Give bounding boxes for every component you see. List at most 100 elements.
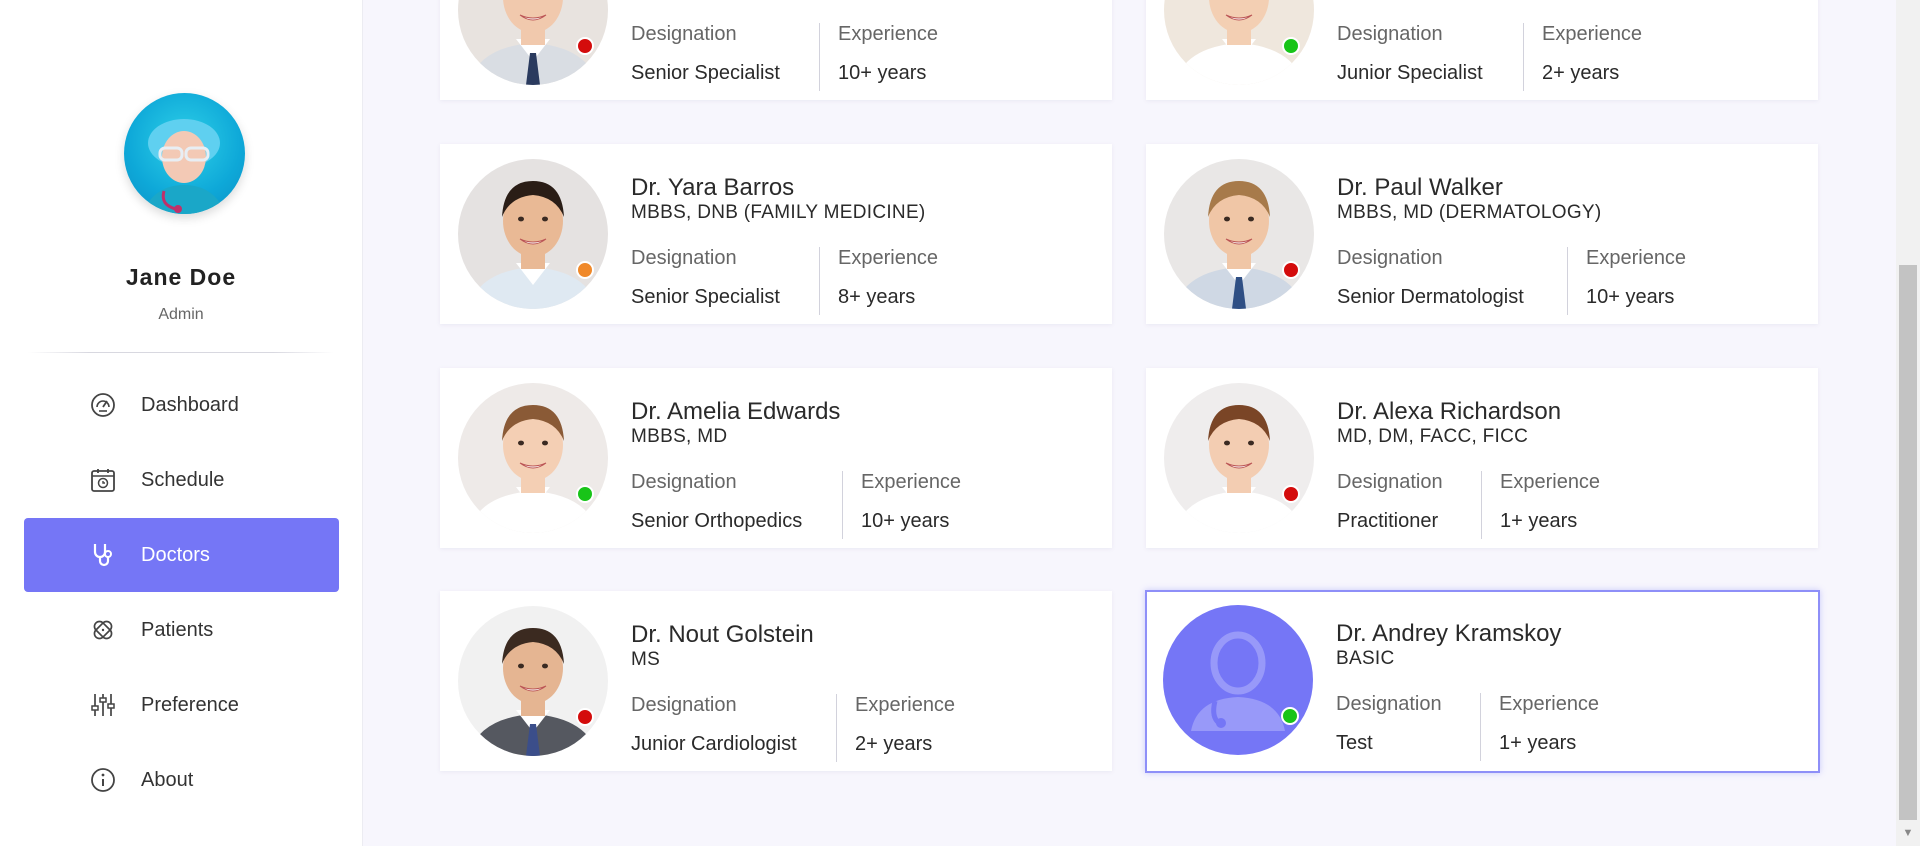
sidebar-item-label: About [141,768,194,791]
experience-column: Experience 10+ years [820,23,938,91]
sidebar-item-label: Preference [141,693,239,716]
doctor-name: Dr. Yara Barros [631,174,795,201]
doctor-card[interactable]: Dr. Andrey Kramskoy BASIC Designation Tes… [1145,590,1820,773]
designation-label: Designation [1336,693,1442,715]
sidebar-item-about[interactable]: About [24,743,339,817]
sidebar: Jane Doe Admin Dashboard Schedule Doctor… [0,0,363,846]
doctor-name: Dr. Nout Golstein [631,621,814,648]
doctor-avatar [1164,159,1314,309]
sidebar-item-patients[interactable]: Patients [24,593,339,667]
experience-column: Experience 10+ years [843,471,961,539]
designation-column: Designation Junior Specialist [1337,23,1524,91]
doctor-qualification: BASIC [1336,648,1395,669]
scrollbar-thumb[interactable] [1899,265,1917,820]
designation-label: Designation [631,471,737,493]
doctor-info: Designation Test Experience 1+ years [1336,693,1599,761]
profile-avatar[interactable] [124,93,245,214]
status-indicator [576,37,594,55]
divider [28,352,334,353]
experience-value: 2+ years [855,733,933,755]
calendar-clock-icon [90,467,116,493]
doctor-name: Dr. Amelia Edwards [631,398,841,425]
experience-column: Experience 2+ years [1524,23,1642,91]
sidebar-item-doctors[interactable]: Doctors [24,518,339,592]
profile-role: Admin [158,306,204,323]
doctor-avatar [1163,605,1313,755]
experience-label: Experience [838,23,939,45]
doctor-card[interactable]: Dr. Alexa Richardson MD, DM, FACC, FICC D… [1146,368,1818,548]
status-indicator [1282,37,1300,55]
doctor-avatar [458,606,608,756]
info-icon [90,767,116,793]
sidebar-item-dashboard[interactable]: Dashboard [24,368,339,442]
doctor-name: Dr. Andrey Kramskoy [1336,620,1562,647]
doctor-qualification: MS [631,649,661,670]
doctor-avatar [458,383,608,533]
experience-value: 8+ years [838,286,916,308]
experience-value: 1+ years [1499,732,1577,754]
sidebar-item-label: Doctors [141,543,210,566]
doctor-info: Designation Junior Specialist Experience… [1337,23,1642,91]
doctor-qualification: MBBS, DNB (FAMILY MEDICINE) [631,202,926,223]
designation-value: Senior Specialist [631,286,780,308]
doctor-info: Designation Senior Dermatologist Experie… [1337,247,1686,315]
doctor-qualification: MD, DM, FACC, FICC [1337,426,1529,447]
bandage-icon [90,617,116,643]
designation-label: Designation [1337,23,1443,45]
designation-label: Designation [631,247,737,269]
status-indicator [1282,485,1300,503]
doctor-avatar [1164,383,1314,533]
designation-column: Designation Test [1336,693,1481,761]
doctor-name: Dr. Paul Walker [1337,174,1503,201]
designation-value: Senior Specialist [631,62,780,84]
experience-label: Experience [1500,471,1601,493]
designation-label: Designation [1337,247,1443,269]
experience-value: 10+ years [838,62,927,84]
doctor-card[interactable]: Designation Junior Specialist Experience… [1146,0,1818,100]
designation-value: Test [1336,732,1373,754]
experience-label: Experience [1499,693,1600,715]
experience-column: Experience 2+ years [837,694,955,762]
doctor-name: Dr. Alexa Richardson [1337,398,1562,425]
experience-label: Experience [861,471,962,493]
doctor-card[interactable]: Dr. Paul Walker MBBS, MD (DERMATOLOGY) De… [1146,144,1818,324]
doctor-card[interactable]: Dr. Nout Golstein MS Designation Junior C… [440,591,1112,771]
doctor-info: Designation Senior Specialist Experience… [631,23,938,91]
doctor-info: Designation Junior Cardiologist Experien… [631,694,955,762]
sliders-icon [90,692,116,718]
experience-column: Experience 10+ years [1568,247,1686,315]
doctor-card[interactable]: Dr. Amelia Edwards MBBS, MD Designation S… [440,368,1112,548]
sidebar-item-label: Patients [141,618,214,641]
experience-label: Experience [855,694,956,716]
doctor-qualification: MBBS, MD [631,426,728,447]
experience-value: 10+ years [1586,286,1675,308]
designation-value: Junior Specialist [1337,62,1483,84]
status-indicator [576,261,594,279]
designation-column: Designation Junior Cardiologist [631,694,837,762]
designation-label: Designation [631,694,737,716]
doctor-qualification: MBBS, MD (DERMATOLOGY) [1337,202,1602,223]
doctor-card[interactable]: Dr. Yara Barros MBBS, DNB (FAMILY MEDICIN… [440,144,1112,324]
status-indicator [576,485,594,503]
experience-value: 1+ years [1500,510,1578,532]
doctor-avatar [458,159,608,309]
sidebar-item-label: Schedule [141,468,225,491]
doctor-card[interactable]: Designation Senior Specialist Experience… [440,0,1112,100]
experience-label: Experience [1586,247,1687,269]
doctor-info: Designation Senior Orthopedics Experienc… [631,471,961,539]
sidebar-item-preference[interactable]: Preference [24,668,339,742]
profile-name: Jane Doe [125,264,237,290]
scroll-down-arrow[interactable]: ▼ [1899,826,1917,840]
designation-label: Designation [1337,471,1443,493]
experience-column: Experience 8+ years [820,247,938,315]
doctor-info: Designation Senior Specialist Experience… [631,247,938,315]
status-indicator [576,708,594,726]
designation-column: Designation Senior Specialist [631,247,820,315]
experience-label: Experience [838,247,939,269]
sidebar-nav: Dashboard Schedule Doctors Patients Pref… [24,368,339,818]
designation-column: Designation Senior Orthopedics [631,471,843,539]
status-indicator [1281,707,1299,725]
sidebar-item-schedule[interactable]: Schedule [24,443,339,517]
experience-value: 10+ years [861,510,950,532]
designation-column: Designation Practitioner [1337,471,1482,539]
